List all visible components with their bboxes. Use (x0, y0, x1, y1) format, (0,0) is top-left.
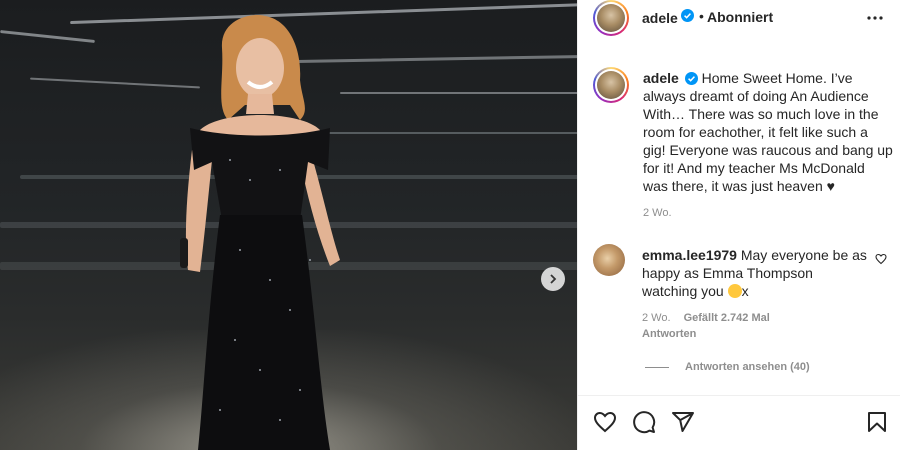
comment-bubble-icon (633, 411, 656, 434)
comment-button[interactable] (631, 409, 657, 435)
reply-button[interactable]: Antworten (642, 328, 696, 340)
crying-laughing-emoji-icon (727, 284, 742, 298)
action-bar (577, 395, 900, 450)
view-replies-button[interactable]: Antworten ansehen (40) (645, 361, 810, 373)
commenter-username[interactable]: emma.lee1979 (642, 247, 737, 263)
caption-body: Home Sweet Home. I’ve always dreamt of d… (643, 70, 893, 194)
post-photo[interactable] (0, 0, 577, 450)
more-options-button[interactable] (865, 8, 885, 28)
comment-text-block: emma.lee1979 May everyone be as happy as… (642, 246, 870, 300)
more-options-icon (867, 16, 883, 20)
chevron-right-icon (550, 274, 557, 284)
save-button[interactable] (864, 409, 890, 435)
commenter-avatar[interactable] (593, 244, 625, 276)
comment-meta: 2 Wo. Gefällt 2.742 Mal (642, 312, 770, 324)
like-button[interactable] (592, 409, 618, 435)
post-side-panel: adele • Abonniert adele Home Sweet Home.… (577, 0, 900, 450)
comment-suffix: x (741, 283, 749, 299)
following-button[interactable]: Abonniert (707, 9, 773, 25)
replies-divider-line (645, 366, 669, 368)
post-header: adele • Abonniert (578, 0, 900, 36)
verified-badge-icon (681, 9, 694, 22)
carousel-next-button[interactable] (541, 267, 565, 291)
heart-icon (875, 253, 887, 265)
paper-plane-icon (672, 412, 694, 432)
comment-timestamp[interactable]: 2 Wo. (642, 312, 671, 324)
caption-text-block: adele Home Sweet Home. I’ve always dream… (643, 69, 893, 195)
view-replies-label: Antworten ansehen (40) (685, 361, 810, 373)
stage-light-stripe (0, 30, 95, 43)
bookmark-icon (868, 412, 886, 432)
separator-dot: • (699, 8, 704, 24)
caption-username[interactable]: adele (643, 70, 679, 86)
caption-author-avatar[interactable] (593, 67, 629, 103)
singer-figure (180, 15, 340, 450)
author-avatar[interactable] (593, 0, 629, 36)
author-username[interactable]: adele (642, 10, 678, 26)
heart-icon (593, 411, 617, 433)
caption-timestamp[interactable]: 2 Wo. (643, 207, 672, 219)
share-button[interactable] (670, 409, 696, 435)
comment-likes-count[interactable]: Gefällt 2.742 Mal (684, 312, 770, 324)
verified-badge-icon (684, 72, 698, 85)
comment-like-button[interactable] (875, 252, 887, 270)
instagram-post: adele • Abonniert adele Home Sweet Home.… (0, 0, 900, 450)
